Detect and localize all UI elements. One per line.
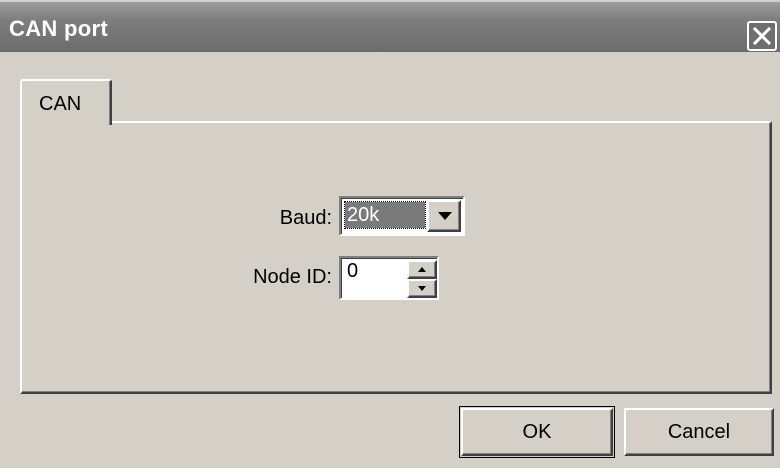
cancel-button[interactable]: Cancel: [624, 408, 774, 456]
node-id-label: Node ID:: [253, 266, 332, 288]
close-button[interactable]: [747, 21, 777, 51]
cancel-button-label: Cancel: [667, 420, 731, 443]
title-bar[interactable]: CAN port: [0, 0, 780, 52]
tab-can[interactable]: CAN: [20, 79, 112, 125]
tab-can-label: CAN: [39, 93, 82, 115]
ok-button-label: OK: [522, 420, 552, 443]
spin-up-icon: [418, 267, 426, 272]
chevron-down-icon: [438, 212, 452, 220]
node-id-spin-down-button[interactable]: [407, 279, 437, 298]
node-id-input[interactable]: 0: [347, 260, 358, 283]
node-id-spinbox[interactable]: 0: [339, 256, 439, 300]
can-port-dialog: CAN port CAN Baud: 20k Node ID: 0 OK Can…: [0, 0, 780, 468]
baud-dropdown-button[interactable]: [427, 200, 461, 232]
spin-down-icon: [418, 286, 426, 291]
baud-label: Baud:: [279, 207, 332, 229]
baud-selected-value: 20k: [344, 201, 426, 229]
ok-button[interactable]: OK: [461, 408, 613, 456]
close-icon: [753, 27, 771, 45]
baud-combobox[interactable]: 20k: [339, 196, 465, 236]
node-id-spin-up-button[interactable]: [407, 260, 437, 279]
dialog-title: CAN port: [9, 16, 108, 41]
